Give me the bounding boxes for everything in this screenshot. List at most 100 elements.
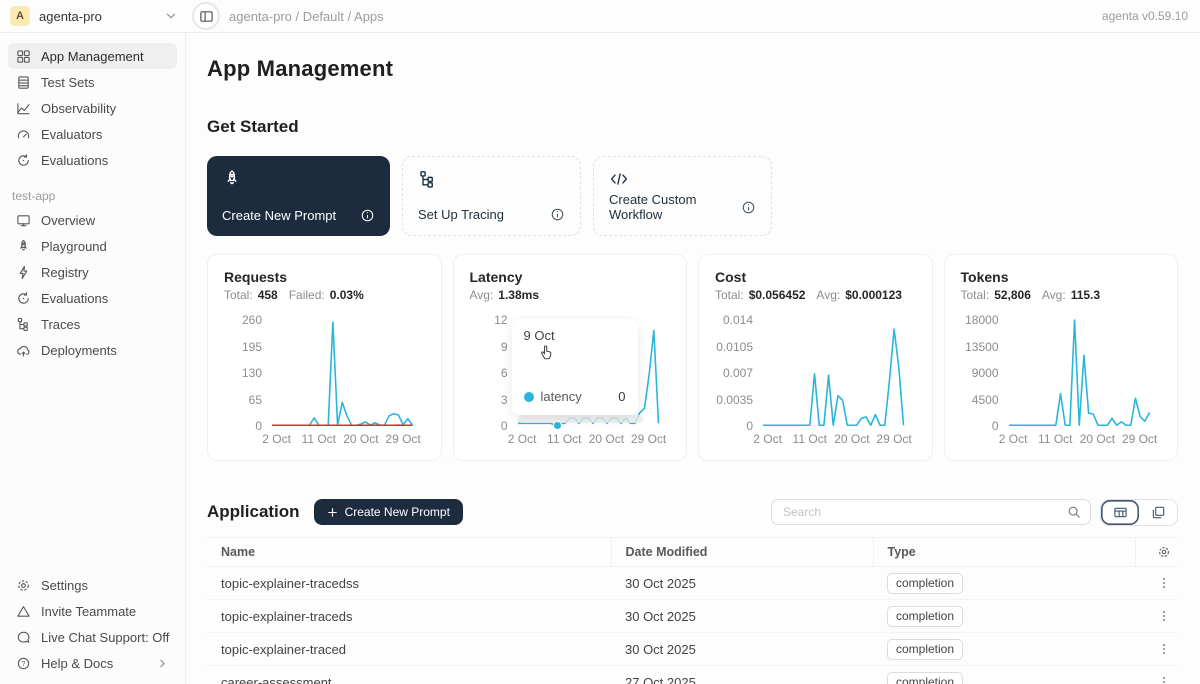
- sidebar-item-label: Help & Docs: [41, 656, 113, 671]
- column-header-type[interactable]: Type: [873, 538, 1135, 567]
- chevron-right-icon: [156, 657, 169, 670]
- sidebar-item-test-sets[interactable]: Test Sets: [8, 69, 177, 95]
- table-view-button[interactable]: [1101, 500, 1139, 525]
- card-label: Set Up Tracing: [418, 207, 504, 222]
- info-icon[interactable]: [550, 207, 565, 222]
- chat-bubble-icon: [16, 630, 31, 645]
- info-icon[interactable]: [741, 200, 756, 215]
- sidebar-item-evaluations-app[interactable]: Evaluations: [8, 285, 177, 311]
- sidebar-footer: Settings Invite Teammate Live Chat Suppo…: [8, 572, 177, 676]
- sidebar-collapse-button[interactable]: [192, 2, 220, 30]
- applications-table: Name Date Modified Type topic-explainer-…: [207, 537, 1178, 684]
- sidebar-item-traces[interactable]: Traces: [8, 311, 177, 337]
- card-view-button[interactable]: [1139, 500, 1177, 525]
- table-list-icon: [16, 75, 31, 90]
- sidebar-item-registry[interactable]: Registry: [8, 259, 177, 285]
- more-actions-icon[interactable]: [1149, 642, 1178, 656]
- set-up-tracing-card[interactable]: Set Up Tracing: [402, 156, 581, 236]
- column-header-name[interactable]: Name: [207, 538, 611, 567]
- sidebar-item-help-docs[interactable]: ? Help & Docs: [8, 650, 177, 676]
- info-icon[interactable]: [360, 208, 375, 223]
- column-header-date-modified[interactable]: Date Modified: [611, 538, 873, 567]
- more-actions-icon[interactable]: [1149, 675, 1178, 684]
- card-view-icon: [1151, 505, 1166, 520]
- application-header: Application Create New Prompt: [207, 498, 1178, 526]
- table-row[interactable]: topic-explainer-traced 30 Oct 2025 compl…: [207, 633, 1178, 666]
- row-actions-cell: [1135, 567, 1178, 600]
- chart-stats: Total:458 Failed:0.03%: [224, 287, 425, 303]
- more-actions-icon[interactable]: [1149, 609, 1178, 623]
- y-axis-ticks: 1800013500900045000: [961, 320, 1009, 426]
- create-custom-workflow-card[interactable]: Create Custom Workflow: [593, 156, 772, 236]
- sidebar-item-deployments[interactable]: Deployments: [8, 337, 177, 363]
- date-modified-cell: 30 Oct 2025: [611, 600, 873, 633]
- y-axis-ticks: 260195130650: [224, 320, 272, 426]
- date-modified-cell: 30 Oct 2025: [611, 567, 873, 600]
- sidebar-item-app-management[interactable]: App Management: [8, 43, 177, 69]
- chart-title: Tokens: [961, 269, 1162, 287]
- sidebar-item-label: Evaluations: [41, 291, 108, 306]
- sidebar-item-label: Test Sets: [41, 75, 94, 90]
- breadcrumb[interactable]: agenta-pro / Default / Apps: [229, 9, 384, 24]
- panel-toggle-icon: [199, 9, 214, 24]
- type-cell: completion: [873, 600, 1135, 633]
- requests-plot[interactable]: [272, 320, 413, 426]
- search-icon[interactable]: [1067, 505, 1081, 519]
- question-circle-icon: ?: [16, 656, 31, 671]
- chart-title: Latency: [470, 269, 671, 287]
- more-actions-icon[interactable]: [1149, 576, 1178, 590]
- sidebar-item-playground[interactable]: Playground: [8, 233, 177, 259]
- application-heading: Application: [207, 502, 300, 522]
- table-row[interactable]: topic-explainer-tracedss 30 Oct 2025 com…: [207, 567, 1178, 600]
- type-badge: completion: [887, 573, 963, 594]
- table-row[interactable]: topic-explainer-traceds 30 Oct 2025 comp…: [207, 600, 1178, 633]
- sidebar-item-evaluators[interactable]: Evaluators: [8, 121, 177, 147]
- sidebar-item-label: Live Chat Support: Off: [41, 630, 169, 645]
- app-name-cell[interactable]: topic-explainer-traced: [207, 633, 611, 666]
- column-header-settings[interactable]: [1135, 538, 1178, 567]
- hover-cursor-band: [518, 415, 643, 423]
- x-axis-ticks: 2 Oct11 Oct20 Oct29 Oct: [518, 430, 659, 448]
- page-title: App Management: [207, 56, 1178, 82]
- sidebar-item-label: Registry: [41, 265, 89, 280]
- grid-icon: [16, 49, 31, 64]
- sidebar-item-overview[interactable]: Overview: [8, 207, 177, 233]
- date-modified-cell: 27 Oct 2025: [611, 666, 873, 684]
- app-name-cell[interactable]: topic-explainer-traceds: [207, 600, 611, 633]
- table-row[interactable]: career-assessment 27 Oct 2025 completion: [207, 666, 1178, 684]
- type-badge: completion: [887, 672, 963, 684]
- create-new-prompt-card[interactable]: Create New Prompt: [207, 156, 390, 236]
- sidebar-item-label: Traces: [41, 317, 80, 332]
- tooltip-series-name: latency: [541, 389, 582, 404]
- tokens-plot[interactable]: [1009, 320, 1150, 426]
- gear-icon: [1150, 545, 1179, 559]
- sidebar-item-invite-teammate[interactable]: Invite Teammate: [8, 598, 177, 624]
- triangle-icon: [16, 604, 31, 619]
- sidebar-item-label: Evaluators: [41, 127, 102, 142]
- sidebar-item-label: Settings: [41, 578, 88, 593]
- table-view-icon: [1113, 505, 1128, 520]
- date-modified-cell: 30 Oct 2025: [611, 633, 873, 666]
- plus-icon: [327, 507, 338, 518]
- chevron-down-icon: [164, 9, 178, 23]
- series-dot-icon: [524, 392, 534, 402]
- sidebar-item-live-chat[interactable]: Live Chat Support: Off: [8, 624, 177, 650]
- search-input[interactable]: [781, 504, 1067, 520]
- cloud-upload-icon: [16, 343, 31, 358]
- app-name-cell[interactable]: career-assessment: [207, 666, 611, 684]
- card-label: Create Custom Workflow: [609, 192, 741, 222]
- workspace-switcher[interactable]: A agenta-pro: [10, 6, 178, 26]
- get-started-heading: Get Started: [207, 117, 1178, 137]
- sidebar-item-evaluations[interactable]: Evaluations: [8, 147, 177, 173]
- tree-branch-icon: [418, 170, 565, 189]
- create-new-prompt-button[interactable]: Create New Prompt: [314, 499, 463, 525]
- app-name-cell[interactable]: topic-explainer-tracedss: [207, 567, 611, 600]
- workspace-avatar: A: [10, 6, 30, 26]
- x-axis-ticks: 2 Oct11 Oct20 Oct29 Oct: [1009, 430, 1150, 448]
- sidebar-item-observability[interactable]: Observability: [8, 95, 177, 121]
- cost-plot[interactable]: [763, 320, 904, 426]
- sidebar-item-label: Evaluations: [41, 153, 108, 168]
- tooltip-date: 9 Oct: [524, 328, 626, 343]
- sidebar-item-settings[interactable]: Settings: [8, 572, 177, 598]
- card-label: Create New Prompt: [222, 208, 336, 223]
